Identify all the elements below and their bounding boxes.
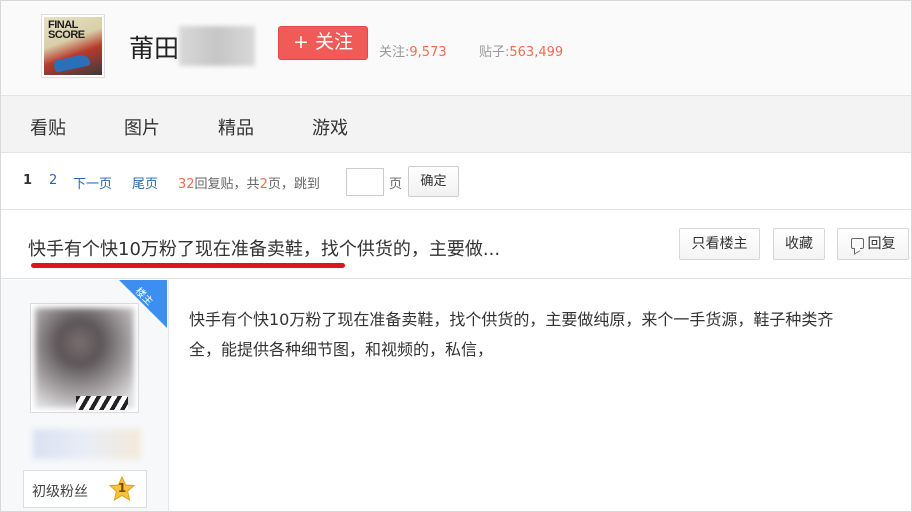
forum-logo[interactable]: FINAL SCORE: [41, 14, 105, 78]
level-badge[interactable]: 初级粉丝 1: [23, 470, 147, 508]
follow-stat: 关注:9,573: [379, 45, 447, 60]
confirm-jump-button[interactable]: 确定: [408, 166, 459, 197]
pagination-bar: 1 2 下一页 尾页 32回复贴，共2页，跳到 页 确定: [1, 154, 911, 210]
forum-name-redaction: [179, 26, 255, 66]
forum-nav: 看贴 图片 精品 游戏: [1, 95, 911, 153]
posts-stat: 贴子:563,499: [479, 45, 564, 60]
highlight-underline: [31, 263, 345, 268]
reply-count-text: 32回复贴，共2页，跳到: [178, 177, 320, 192]
post: 楼主 初级粉丝 1 快手有个快10万粉了现在准备卖鞋，找个供货的，主要做纯原，来…: [1, 280, 911, 511]
thread-title: 快手有个快10万粉了现在准备卖鞋，找个供货的，主要做...: [28, 239, 501, 260]
follow-button[interactable]: + 关注: [278, 26, 368, 60]
favorite-button[interactable]: 收藏: [773, 228, 825, 260]
author-name-redaction: [33, 429, 141, 459]
nav-item-images[interactable]: 图片: [124, 114, 160, 140]
forum-header: FINAL SCORE 莆田 + 关注 关注:9,573 贴子:563,499: [1, 1, 911, 95]
post-content: 快手有个快10万粉了现在准备卖鞋，找个供货的，主要做纯原，来个一手货源，鞋子种类…: [189, 305, 901, 365]
avatar[interactable]: [30, 303, 139, 413]
nav-item-posts[interactable]: 看贴: [30, 114, 66, 140]
nav-item-games[interactable]: 游戏: [312, 114, 348, 140]
star-icon: 1: [108, 475, 136, 502]
next-page-link[interactable]: 下一页: [73, 173, 112, 192]
thread-title-bar: 快手有个快10万粉了现在准备卖鞋，找个供货的，主要做... 只看楼主 收藏 回复: [1, 211, 911, 279]
current-page: 1: [23, 173, 33, 188]
author-panel: 楼主 初级粉丝 1: [1, 280, 169, 511]
reply-button[interactable]: 回复: [837, 228, 909, 260]
last-page-link[interactable]: 尾页: [132, 173, 158, 192]
forum-name[interactable]: 莆田: [129, 29, 179, 65]
level-label: 初级粉丝: [32, 484, 88, 500]
page-2-link[interactable]: 2: [49, 173, 57, 188]
post-content-line: 快手有个快10万粉了现在准备卖鞋，找个供货的，主要做纯原，来个一手货源，鞋子种类…: [189, 310, 834, 329]
nav-item-featured[interactable]: 精品: [218, 114, 254, 140]
page-unit-label: 页: [389, 177, 403, 192]
jump-page-input[interactable]: [346, 168, 384, 196]
post-content-line: 全，能提供各种细节图，和视频的，私信，: [189, 340, 494, 359]
reply-button-label: 回复: [867, 236, 896, 252]
reply-icon: [850, 238, 864, 249]
only-op-button[interactable]: 只看楼主: [679, 228, 760, 260]
